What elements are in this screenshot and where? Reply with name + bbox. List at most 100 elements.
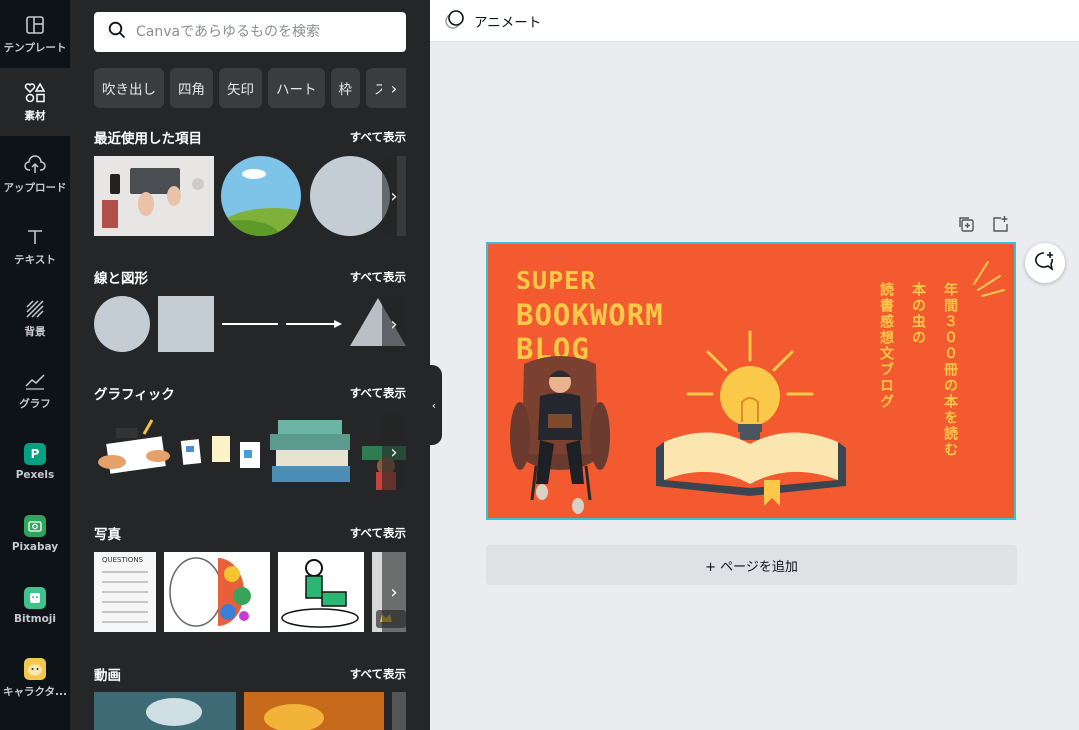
bitmoji-icon: [24, 587, 46, 609]
pexels-icon: P: [24, 443, 46, 465]
section-title: 線と図形: [94, 271, 148, 287]
section-videos-header: 動画 すべて表示: [94, 664, 406, 684]
recent-next-button[interactable]: ›: [382, 156, 406, 236]
rail-item-background[interactable]: 背景: [0, 284, 70, 352]
elements-panel: 吹き出し 四角 矢印 ハート 枠 ス › 最近使用した項目 すべて表示: [70, 0, 430, 730]
photo-person-laptop[interactable]: [278, 552, 364, 632]
duplicate-page-icon[interactable]: [956, 214, 976, 234]
rail-item-bitmoji[interactable]: Bitmoji: [0, 572, 70, 640]
rail-item-templates[interactable]: テンプレート: [0, 0, 70, 68]
left-rail: テンプレート 素材 アップロード テキスト 背景 グラフ P Pexels Pi…: [0, 0, 70, 730]
see-all-link[interactable]: すべて表示: [350, 666, 406, 682]
design-page[interactable]: SUPER BOOKWORM BLOG 年間３００冊の本を読む 本の虫の 読書感…: [486, 242, 1016, 520]
rail-label: Pixabay: [11, 541, 59, 553]
add-page-icon[interactable]: [990, 214, 1010, 234]
animate-icon[interactable]: [444, 8, 466, 34]
character-icon: [24, 657, 46, 680]
template-icon: [24, 14, 46, 36]
spark-lines-graphic: [973, 261, 1005, 297]
videos-row: [94, 692, 406, 730]
section-shapes-header: 線と図形 すべて表示: [94, 267, 406, 287]
collapse-panel-button[interactable]: ‹: [426, 365, 442, 445]
shapes-row: [94, 296, 406, 352]
video-fire[interactable]: [244, 692, 384, 730]
see-all-link[interactable]: すべて表示: [350, 525, 406, 541]
rail-item-charts[interactable]: グラフ: [0, 356, 70, 424]
rail-label: 素材: [24, 109, 46, 122]
see-all-link[interactable]: すべて表示: [350, 129, 406, 145]
reading-person-graphic[interactable]: [510, 356, 610, 514]
page-tools: [956, 214, 1010, 234]
chevron-right-icon: ›: [390, 78, 398, 98]
arrow-line-shape[interactable]: [286, 320, 342, 328]
search-icon: [108, 21, 126, 43]
pixabay-icon: [24, 515, 46, 537]
rail-item-uploads[interactable]: アップロード: [0, 140, 70, 208]
elements-icon: [24, 81, 46, 104]
circle-shape[interactable]: [94, 296, 150, 352]
recent-items-row: [94, 156, 406, 236]
photos-next-button[interactable]: ›: [382, 552, 406, 632]
cloud-upload-icon: [24, 154, 46, 176]
chevron-right-icon: ›: [390, 185, 398, 207]
chevron-right-icon: ›: [390, 313, 398, 335]
chip-arrow[interactable]: 矢印: [219, 68, 262, 108]
chart-icon: [24, 370, 46, 392]
section-title: 動画: [94, 668, 121, 684]
graphics-next-button[interactable]: ›: [382, 414, 406, 490]
rail-label: テキスト: [14, 253, 56, 266]
graphic-book-stack[interactable]: [270, 420, 350, 482]
rail-label: Pexels: [15, 469, 55, 481]
chevron-left-icon: ‹: [431, 398, 437, 412]
section-title: 最近使用した項目: [94, 131, 202, 147]
rail-label: Bitmoji: [14, 613, 56, 625]
chip-square[interactable]: 四角: [170, 68, 213, 108]
chip-frame[interactable]: 枠: [330, 68, 360, 108]
shapes-next-button[interactable]: ›: [382, 296, 406, 352]
graphics-row: [94, 414, 406, 490]
chips-scroll-right-button[interactable]: ›: [382, 68, 406, 108]
video-water[interactable]: [94, 692, 236, 730]
rail-item-pexels[interactable]: P Pexels: [0, 428, 70, 496]
comment-add-icon: [1034, 250, 1056, 276]
rail-item-text[interactable]: テキスト: [0, 212, 70, 280]
add-page-button[interactable]: + ページを追加: [486, 545, 1017, 585]
section-title: 写真: [94, 527, 121, 543]
chip-speech-bubble[interactable]: 吹き出し: [94, 68, 164, 108]
photo-colorful-brain[interactable]: [164, 552, 270, 632]
square-shape[interactable]: [158, 296, 214, 352]
add-comment-button[interactable]: [1025, 243, 1065, 283]
suggestion-chips: 吹き出し 四角 矢印 ハート 枠 ス: [94, 68, 406, 108]
video-partial[interactable]: [392, 692, 406, 730]
rail-item-pixabay[interactable]: Pixabay: [0, 500, 70, 568]
text-icon: [24, 226, 46, 248]
see-all-link[interactable]: すべて表示: [350, 385, 406, 401]
rail-label: テンプレート: [3, 41, 67, 54]
photo-questions[interactable]: QUESTIONS: [94, 552, 156, 632]
section-title: グラフィック: [94, 387, 175, 403]
graphic-writing-hands[interactable]: [98, 419, 170, 474]
recent-desk-photo[interactable]: [94, 156, 214, 236]
photos-row: QUESTIONS: [94, 552, 406, 632]
chevron-right-icon: ›: [390, 581, 398, 603]
see-all-link[interactable]: すべて表示: [350, 269, 406, 285]
graphic-papers[interactable]: [180, 436, 260, 468]
section-graphics-header: グラフィック すべて表示: [94, 383, 406, 403]
rail-label: グラフ: [19, 397, 51, 410]
rail-label: キャラクタ...: [2, 685, 68, 698]
rail-label: 背景: [24, 325, 46, 338]
chevron-right-icon: ›: [390, 441, 398, 463]
recent-gray-circle[interactable]: [310, 156, 390, 236]
background-icon: [24, 298, 46, 320]
section-recent-header: 最近使用した項目 すべて表示: [94, 127, 406, 147]
search-input[interactable]: [136, 24, 396, 40]
rail-item-characters[interactable]: キャラクタ...: [0, 644, 70, 712]
rail-label: アップロード: [3, 181, 67, 194]
search-box[interactable]: [94, 12, 406, 52]
rail-item-elements[interactable]: 素材: [0, 68, 70, 136]
section-photos-header: 写真 すべて表示: [94, 523, 406, 543]
questions-label: QUESTIONS: [102, 556, 144, 564]
animate-button[interactable]: アニメート: [474, 11, 541, 31]
chip-heart[interactable]: ハート: [268, 68, 325, 108]
lightbulb-book-graphic[interactable]: [656, 330, 846, 506]
